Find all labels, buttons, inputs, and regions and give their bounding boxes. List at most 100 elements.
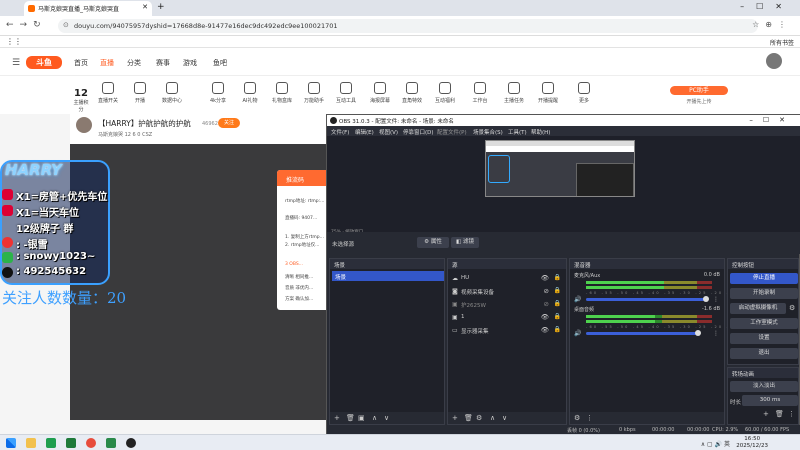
toolbar-item[interactable]: 开播 [124, 82, 156, 104]
app-icon[interactable] [66, 438, 76, 448]
toolbar-item[interactable]: 开播提醒 [532, 82, 564, 104]
nav-games[interactable]: 游戏 [183, 58, 197, 68]
source-item[interactable]: ◙ 视频采集设备 ⊘ 🔒 [451, 286, 565, 297]
filter-icon[interactable]: ▣ [358, 414, 365, 422]
lock-icon[interactable]: 🔒 [554, 300, 561, 307]
trash-icon[interactable]: 🗑 [464, 414, 473, 422]
follow-button[interactable]: 关注 [218, 118, 240, 128]
more-icon[interactable]: ⋮ [788, 410, 795, 418]
more-icon[interactable]: ⋮ [713, 296, 719, 303]
toolbar-item[interactable]: 互动工具 [330, 82, 362, 104]
preview-canvas[interactable] [485, 140, 635, 197]
toolbar-item[interactable]: 直播开关 [92, 82, 124, 104]
move-up-icon[interactable]: ∧ [490, 414, 495, 422]
move-down-icon[interactable]: ∨ [384, 414, 389, 422]
add-icon[interactable]: + [452, 414, 458, 422]
dialog-line[interactable]: 直播码: 9407... [285, 215, 317, 221]
properties-button[interactable]: ⚙ 属性 [417, 237, 449, 248]
toolbar-item[interactable]: 4k分享 [202, 82, 234, 104]
duration-input[interactable]: 300 ms [742, 395, 798, 406]
nav-buttons[interactable]: ←→↻ [6, 20, 47, 30]
move-up-icon[interactable]: ∧ [372, 414, 377, 422]
app-icon[interactable] [46, 438, 56, 448]
speaker-icon[interactable]: 🔊 [574, 296, 581, 303]
trash-icon[interactable]: 🗑 [346, 414, 355, 422]
menu-profile[interactable]: 配置文件(P) [437, 128, 467, 136]
toolbar-item[interactable]: 主播任务 [498, 82, 530, 104]
exit-button[interactable]: 退出 [730, 348, 798, 359]
clock[interactable]: 16:50 2025/12/23 [736, 436, 768, 450]
chrome-icon[interactable] [86, 438, 96, 448]
toolbar-item[interactable]: 互动福利 [429, 82, 461, 104]
source-item[interactable]: ▣ 1 👁 🔒 [451, 312, 565, 323]
menu-file[interactable]: 文件(F) [331, 128, 349, 136]
close-tab-icon[interactable]: ✕ [142, 3, 148, 11]
nav-events[interactable]: 赛事 [156, 58, 170, 68]
lock-icon[interactable]: 🔒 [554, 313, 561, 320]
lock-icon[interactable]: 🔒 [554, 326, 561, 333]
nav-fishbar[interactable]: 鱼吧 [213, 58, 227, 68]
volume-slider[interactable] [586, 330, 701, 336]
browser-menu-icons[interactable]: ☆⊕⋮ [752, 20, 792, 29]
toolbar-item[interactable]: 工作台 [464, 82, 496, 104]
menu-edit[interactable]: 编辑(E) [355, 128, 374, 136]
eye-icon[interactable]: 👁 [541, 313, 549, 321]
speaker-icon[interactable]: 🔊 [574, 330, 581, 337]
hamburger-menu-icon[interactable]: ☰ [12, 58, 20, 68]
scene-item[interactable]: 场景 [332, 271, 444, 281]
app-icon[interactable] [106, 438, 116, 448]
gear-icon[interactable]: ⚙ [476, 414, 482, 422]
toolbar-item[interactable]: 数据中心 [156, 82, 188, 104]
add-icon[interactable]: + [334, 414, 340, 422]
move-down-icon[interactable]: ∨ [502, 414, 507, 422]
more-icon[interactable]: ⋮ [586, 414, 593, 422]
toolbar-item[interactable]: 礼物盒库 [266, 82, 298, 104]
toolbar-item[interactable]: 海报屏幕 [364, 82, 396, 104]
obs-icon[interactable] [126, 438, 136, 448]
toolbar-item[interactable]: AI礼物 [234, 82, 266, 104]
gear-icon[interactable]: ⚙ [574, 414, 580, 422]
lock-icon[interactable]: 🔒 [554, 287, 561, 294]
volume-slider[interactable] [586, 296, 709, 302]
add-icon[interactable]: + [763, 410, 769, 418]
toolbar-item[interactable]: 更多 [568, 82, 600, 104]
browser-tab[interactable]: 马斯克娘哭直播_马斯克娘哭直 ✕ [24, 1, 152, 16]
filters-button[interactable]: ◧ 滤镜 [451, 237, 479, 248]
eye-hidden-icon[interactable]: ⊘ [544, 287, 549, 295]
gear-icon[interactable]: ⚙ [789, 304, 795, 312]
obs-window-controls[interactable]: –☐✕ [749, 116, 795, 124]
start-recording-button[interactable]: 开始录制 [730, 288, 798, 299]
menu-view[interactable]: 视图(V) [379, 128, 398, 136]
menu-scene-collection[interactable]: 场景集合(S) [473, 128, 503, 136]
new-tab-icon[interactable]: + [157, 2, 165, 12]
pc-assistant-button[interactable]: PC助手 [670, 86, 728, 95]
file-explorer-icon[interactable] [26, 438, 36, 448]
toolbar-item[interactable]: 万能助手 [298, 82, 330, 104]
menu-help[interactable]: 帮助(H) [531, 128, 550, 136]
system-tray[interactable]: ∧ ▢ 🔊 英 [701, 439, 730, 448]
settings-button[interactable]: 设置 [730, 333, 798, 344]
user-avatar[interactable] [766, 53, 782, 69]
start-icon[interactable] [6, 438, 16, 448]
source-item[interactable]: ▭ 显示器采集 👁 🔒 [451, 325, 565, 336]
window-controls[interactable]: –☐✕ [740, 2, 794, 11]
nav-home[interactable]: 首页 [74, 58, 88, 68]
stop-streaming-button[interactable]: 停止直播 [730, 273, 798, 284]
eye-icon[interactable]: 👁 [541, 274, 549, 282]
url-input[interactable]: douyu.com/94075957dyshid=17668d8e-91477e… [58, 19, 758, 33]
streamer-avatar[interactable] [76, 117, 92, 133]
all-bookmarks[interactable]: 所有书签 [770, 38, 794, 47]
douyu-logo[interactable]: 斗鱼 [26, 56, 62, 69]
trash-icon[interactable]: 🗑 [775, 410, 784, 418]
nav-category[interactable]: 分类 [127, 58, 141, 68]
transition-select[interactable]: 淡入淡出 [730, 381, 798, 392]
nav-live[interactable]: 直播 [100, 58, 114, 68]
more-icon[interactable]: ⋮ [713, 330, 719, 337]
obs-preview[interactable]: 75% · 缩放窗口 [327, 136, 800, 235]
lock-icon[interactable]: 🔒 [554, 274, 561, 281]
menu-docks[interactable]: 停靠窗口(D) [403, 128, 434, 136]
toolbar-item[interactable]: 直角特效 [396, 82, 428, 104]
apps-grid-icon[interactable]: ⋮⋮ [6, 37, 22, 46]
menu-tools[interactable]: 工具(T) [508, 128, 527, 136]
eye-hidden-icon[interactable]: ⊘ [544, 300, 549, 308]
